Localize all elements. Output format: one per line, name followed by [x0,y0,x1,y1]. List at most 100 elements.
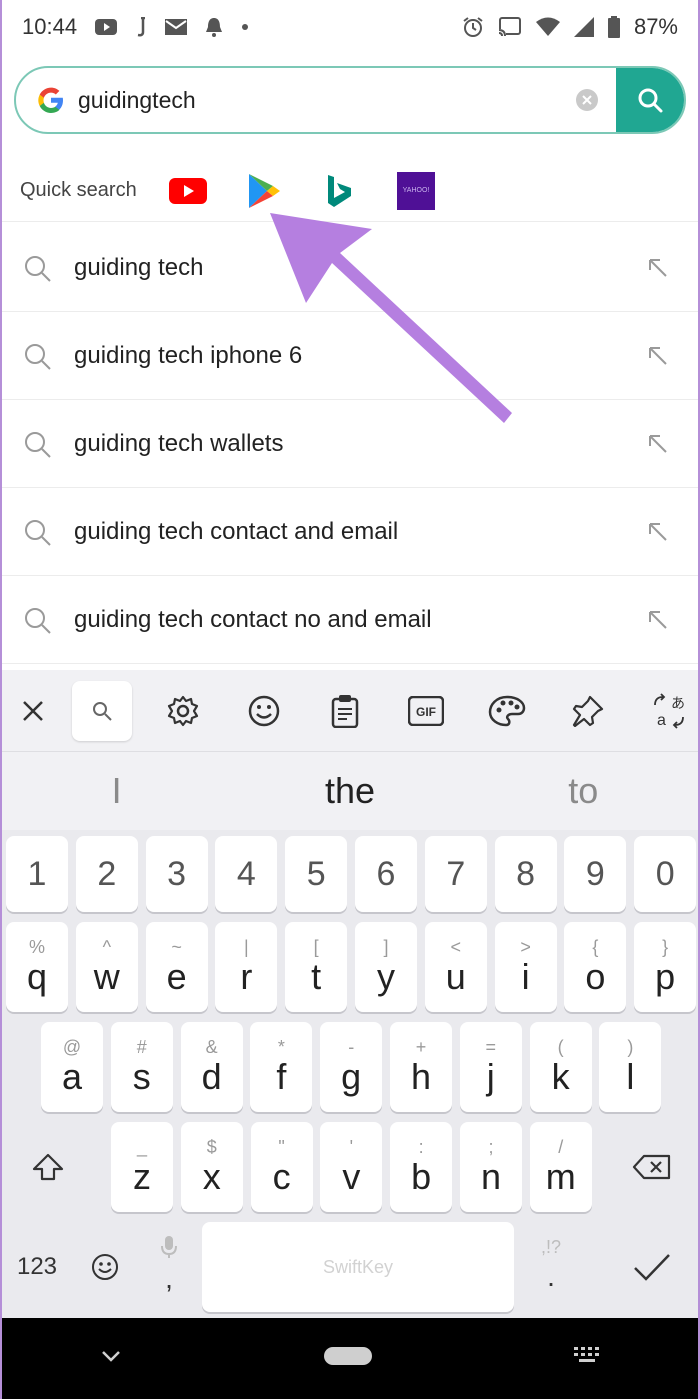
settings-icon[interactable] [153,681,213,741]
key-0[interactable]: 0 [634,836,697,912]
close-icon [582,95,592,105]
gif-icon[interactable]: GIF [396,681,456,741]
fill-query-arrow-icon[interactable] [646,432,670,456]
key-hint: - [348,1037,355,1057]
key-x[interactable]: $ x [180,1122,243,1212]
key-label: a [61,1056,83,1097]
fill-query-arrow-icon[interactable] [646,520,670,544]
key-label: s [132,1056,151,1097]
key-8[interactable]: 8 [494,836,557,912]
fill-query-arrow-icon[interactable] [646,256,670,280]
translate-icon[interactable]: あa [639,681,699,741]
music-notification-icon [135,17,147,37]
battery-percentage: 87% [633,14,678,39]
status-bar: 10:44 87% [0,0,700,54]
key-k[interactable]: (k [529,1022,592,1112]
key-hint: ) [627,1037,634,1057]
alarm-icon [462,16,484,38]
key-r[interactable]: | r [215,922,278,1012]
search-icon[interactable] [72,680,132,741]
key-hint: ' [349,1137,354,1157]
key-j[interactable]: = j [459,1022,522,1112]
key-m[interactable]: / m [529,1122,592,1212]
key-t[interactable]: [t [285,922,348,1012]
key-y[interactable]: ] y [355,922,417,1012]
key-7[interactable]: 7 [424,836,487,912]
search-icon [25,255,51,282]
key-2[interactable]: 2 [75,836,138,912]
key-3[interactable]: 3 [145,836,208,912]
search-icon [25,519,51,546]
prediction-left[interactable]: I [0,770,233,812]
key-a[interactable]: @ a [41,1022,103,1112]
key-hint: ~ [171,937,182,957]
key-l[interactable]: ) l [599,1022,662,1112]
theme-icon[interactable] [477,681,537,741]
pin-icon[interactable] [558,681,618,741]
key-d[interactable]: & d [180,1022,243,1112]
fill-query-arrow-icon[interactable] [646,608,670,632]
comma-key[interactable]: , [140,1222,198,1312]
space-key[interactable]: SwiftKey [202,1222,514,1312]
key-u[interactable]: < u [424,922,487,1012]
search-bar[interactable]: guidingtech [14,66,686,134]
shift-key[interactable] [6,1122,90,1212]
key-n[interactable]: ; n [460,1122,522,1212]
key-h[interactable]: + h [390,1022,452,1112]
key-4[interactable]: 4 [215,836,278,912]
key-f[interactable]: * f [250,1022,313,1112]
microphone-icon [161,1236,177,1258]
close-icon[interactable] [18,681,48,741]
key-hint: ,!? [540,1237,561,1257]
numbers-key[interactable]: 123 [6,1222,68,1312]
key-w[interactable]: ^ w [75,922,138,1012]
prediction-right[interactable]: to [467,770,700,812]
key-6[interactable]: 6 [355,836,417,912]
key-p[interactable]: } p [634,922,697,1012]
key-label: 6 [376,855,396,893]
key-label: n [480,1156,502,1197]
emoji-icon[interactable] [234,681,294,741]
key-label: k [551,1056,570,1097]
key-label: g [341,1056,362,1097]
clipboard-icon[interactable] [315,681,375,741]
signal-icon [573,17,594,37]
home-pill-icon[interactable] [323,1346,373,1371]
fill-query-arrow-icon[interactable] [646,344,670,368]
key-b[interactable]: :b [390,1122,453,1212]
key-9[interactable]: 9 [564,836,627,912]
period-label: . [547,1261,555,1292]
key-i[interactable]: > i [494,922,557,1012]
period-key[interactable]: ,!?. [520,1222,582,1312]
key-c[interactable]: " c [250,1122,313,1212]
youtube-icon[interactable] [168,171,208,211]
search-button[interactable] [616,68,684,132]
key-hint: : [418,1137,424,1157]
back-chevron-down-icon[interactable] [100,1349,122,1368]
clear-search-button[interactable] [576,89,598,111]
enter-key[interactable] [610,1222,694,1312]
key-label: e [166,956,187,997]
key-q[interactable]: % q [6,922,68,1012]
key-z[interactable]: _ z [111,1122,173,1212]
suggestion-item[interactable]: guiding tech contact no and email [0,576,700,664]
suggestion-item[interactable]: guiding tech contact and email [0,488,700,576]
key-5[interactable]: 5 [285,836,348,912]
key-label: o [585,956,606,997]
key-o[interactable]: {o [564,922,627,1012]
key-label: 0 [655,855,675,893]
checkmark-icon [634,1254,670,1281]
key-hint: / [558,1137,564,1157]
prediction-center[interactable]: the [233,770,466,812]
key-g[interactable]: -g [320,1022,383,1112]
key-v[interactable]: ' v [320,1122,383,1212]
key-hint: ( [557,1037,564,1057]
backspace-key[interactable] [610,1122,694,1212]
key-e[interactable]: ~ e [145,922,208,1012]
key-1[interactable]: 1 [6,836,68,912]
keyboard-switcher-icon[interactable] [573,1347,600,1370]
key-s[interactable]: # s [110,1022,173,1112]
emoji-key[interactable] [74,1222,136,1312]
key-hint: } [662,937,669,957]
search-input[interactable]: guidingtech [78,87,576,114]
